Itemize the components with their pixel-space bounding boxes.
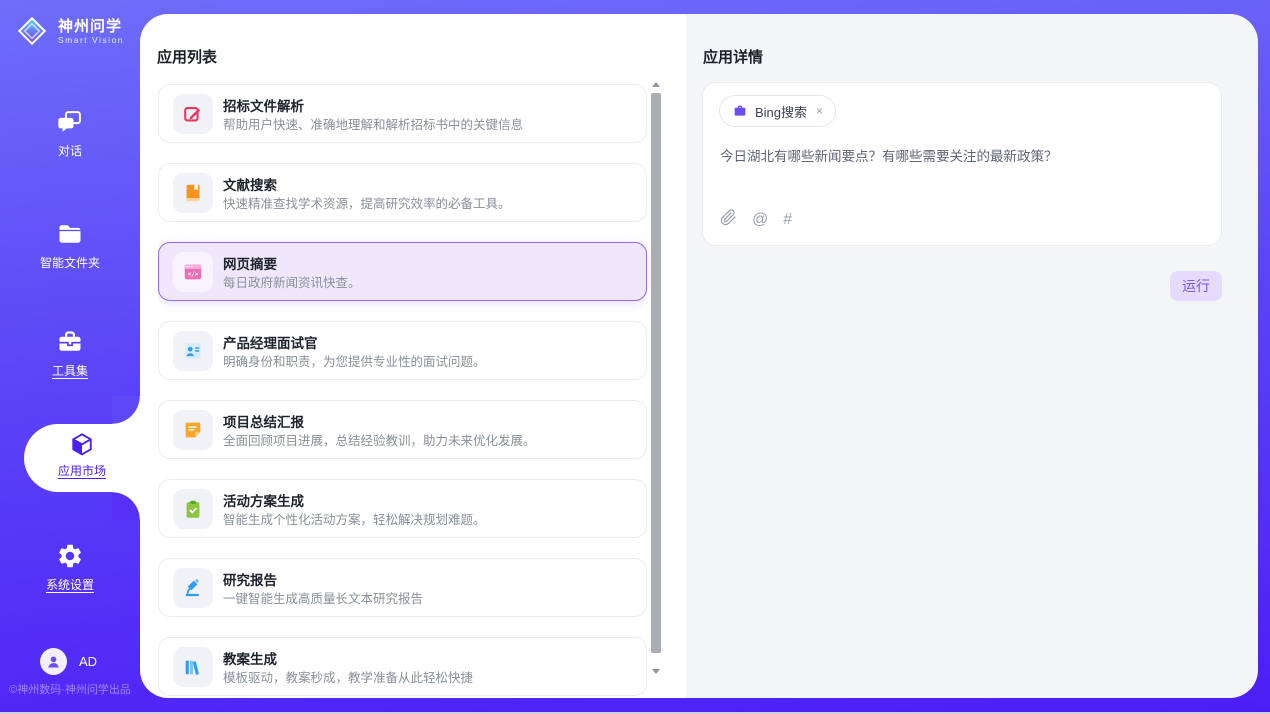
document-pen-icon bbox=[173, 94, 213, 134]
cube-icon bbox=[68, 431, 96, 459]
sidebar-item-label: 工具集 bbox=[52, 362, 88, 379]
scrollbar[interactable] bbox=[650, 80, 662, 676]
app-card-literature-search[interactable]: 文献搜索 快速精准查找学术资源，提高研究效率的必备工具。 bbox=[158, 163, 647, 222]
app-desc: 一键智能生成高质量长文本研究报告 bbox=[223, 588, 423, 607]
app-desc: 模板驱动，教案秒成，教学准备从此轻松快捷 bbox=[223, 667, 473, 686]
app-detail-title: 应用详情 bbox=[703, 46, 763, 67]
sidebar-item-label: 应用市场 bbox=[58, 462, 106, 479]
app-name: 研究报告 bbox=[223, 569, 277, 589]
books-icon bbox=[173, 647, 213, 687]
browser-code-icon: </> bbox=[173, 252, 213, 292]
interviewer-icon bbox=[173, 331, 213, 371]
tool-tag-label: Bing搜索 bbox=[755, 102, 807, 121]
scroll-down-icon[interactable] bbox=[652, 669, 660, 674]
composer-toolbar: @ # bbox=[720, 209, 792, 231]
sidebar-item-label: 系统设置 bbox=[46, 576, 94, 593]
app-background: 神州问学 Smart Vision 对话 智能文件夹 bbox=[0, 0, 1270, 714]
app-name: 活动方案生成 bbox=[223, 490, 304, 510]
app-name: 产品经理面试官 bbox=[223, 332, 318, 352]
app-desc: 快速精准查找学术资源，提高研究效率的必备工具。 bbox=[223, 193, 511, 212]
app-name: 项目总结汇报 bbox=[223, 411, 304, 431]
tab-curve-top bbox=[112, 396, 140, 424]
app-card-project-summary[interactable]: 项目总结汇报 全面回顾项目进展，总结经验教训，助力未来优化发展。 bbox=[158, 400, 647, 459]
app-desc: 全面回顾项目进展，总结经验教训，助力未来优化发展。 bbox=[223, 430, 536, 449]
app-list-panel: 应用列表 招标文件解析 帮助用户快速、准确地理解和解析招标书中的关键信息 bbox=[140, 14, 686, 698]
tag-close-icon[interactable]: × bbox=[816, 104, 823, 118]
sidebar-item-smart-folder[interactable]: 智能文件夹 bbox=[0, 220, 140, 272]
book-icon bbox=[173, 173, 213, 213]
app-name: 教案生成 bbox=[223, 648, 277, 668]
scrollbar-thumb[interactable] bbox=[651, 93, 661, 653]
folder-icon bbox=[56, 220, 84, 248]
hashtag-icon[interactable]: # bbox=[783, 211, 792, 229]
briefcase-icon bbox=[732, 103, 748, 119]
app-name: 文献搜索 bbox=[223, 174, 277, 194]
app-desc: 每日政府新闻资讯快查。 bbox=[223, 272, 361, 291]
person-icon bbox=[44, 652, 63, 671]
app-card-lesson-plan[interactable]: 教案生成 模板驱动，教案秒成，教学准备从此轻松快捷 bbox=[158, 637, 647, 696]
app-desc: 帮助用户快速、准确地理解和解析招标书中的关键信息 bbox=[223, 114, 523, 133]
attachment-icon[interactable] bbox=[720, 209, 737, 231]
app-detail-panel: 应用详情 Bing搜索 × 今日湖北有哪些新闻要点？有哪些需要关注的最新政策？ … bbox=[686, 14, 1258, 698]
run-button[interactable]: 运行 bbox=[1170, 271, 1222, 301]
user-account[interactable]: AD bbox=[40, 648, 97, 675]
clipboard-check-icon bbox=[173, 489, 213, 529]
sidebar-item-label: 智能文件夹 bbox=[40, 254, 100, 271]
sidebar: 神州问学 Smart Vision 对话 智能文件夹 bbox=[0, 0, 140, 714]
sidebar-item-app-market[interactable]: 应用市场 bbox=[24, 424, 140, 492]
mention-icon[interactable]: @ bbox=[752, 211, 768, 229]
app-desc: 明确身份和职责，为您提供专业性的面试问题。 bbox=[223, 351, 486, 370]
app-title: 神州问学 bbox=[58, 18, 124, 35]
note-icon bbox=[173, 410, 213, 450]
copyright: ©神州数码·神州问学出品 bbox=[0, 681, 140, 697]
scroll-up-icon[interactable] bbox=[652, 82, 660, 87]
toolbox-icon bbox=[56, 328, 84, 356]
run-row: 运行 bbox=[1170, 271, 1222, 301]
sidebar-item-toolset[interactable]: 工具集 bbox=[0, 328, 140, 380]
svg-text:</>: </> bbox=[188, 271, 199, 278]
logo: 神州问学 Smart Vision bbox=[14, 13, 124, 49]
app-name: 招标文件解析 bbox=[223, 95, 304, 115]
user-name: AD bbox=[79, 654, 97, 669]
app-card-web-summary[interactable]: </> 网页摘要 每日政府新闻资讯快查。 bbox=[158, 242, 647, 301]
app-card-event-plan[interactable]: 活动方案生成 智能生成个性化活动方案，轻松解决规划难题。 bbox=[158, 479, 647, 538]
avatar bbox=[40, 648, 67, 675]
app-list-title: 应用列表 bbox=[157, 46, 217, 67]
app-card-list: 招标文件解析 帮助用户快速、准确地理解和解析招标书中的关键信息 文献搜索 快速精… bbox=[158, 84, 647, 697]
logo-icon bbox=[14, 13, 50, 49]
app-name: 网页摘要 bbox=[223, 253, 277, 273]
app-card-bid-parse[interactable]: 招标文件解析 帮助用户快速、准确地理解和解析招标书中的关键信息 bbox=[158, 84, 647, 143]
app-desc: 智能生成个性化活动方案，轻松解决规划难题。 bbox=[223, 509, 486, 528]
microscope-icon bbox=[173, 568, 213, 608]
app-card-research-report[interactable]: 研究报告 一键智能生成高质量长文本研究报告 bbox=[158, 558, 647, 617]
sidebar-item-settings[interactable]: 系统设置 bbox=[0, 542, 140, 594]
query-text[interactable]: 今日湖北有哪些新闻要点？有哪些需要关注的最新政策？ bbox=[720, 145, 1205, 165]
gear-icon bbox=[56, 542, 84, 570]
app-card-pm-interviewer[interactable]: 产品经理面试官 明确身份和职责，为您提供专业性的面试问题。 bbox=[158, 321, 647, 380]
sidebar-item-label: 对话 bbox=[58, 142, 82, 159]
tool-tag-bing-search[interactable]: Bing搜索 × bbox=[719, 95, 836, 127]
tab-curve-bottom bbox=[112, 492, 140, 520]
chat-icon bbox=[56, 108, 84, 136]
prompt-composer[interactable]: Bing搜索 × 今日湖北有哪些新闻要点？有哪些需要关注的最新政策？ @ # bbox=[702, 82, 1222, 246]
app-subtitle: Smart Vision bbox=[58, 35, 124, 45]
sidebar-item-chat[interactable]: 对话 bbox=[0, 108, 140, 160]
